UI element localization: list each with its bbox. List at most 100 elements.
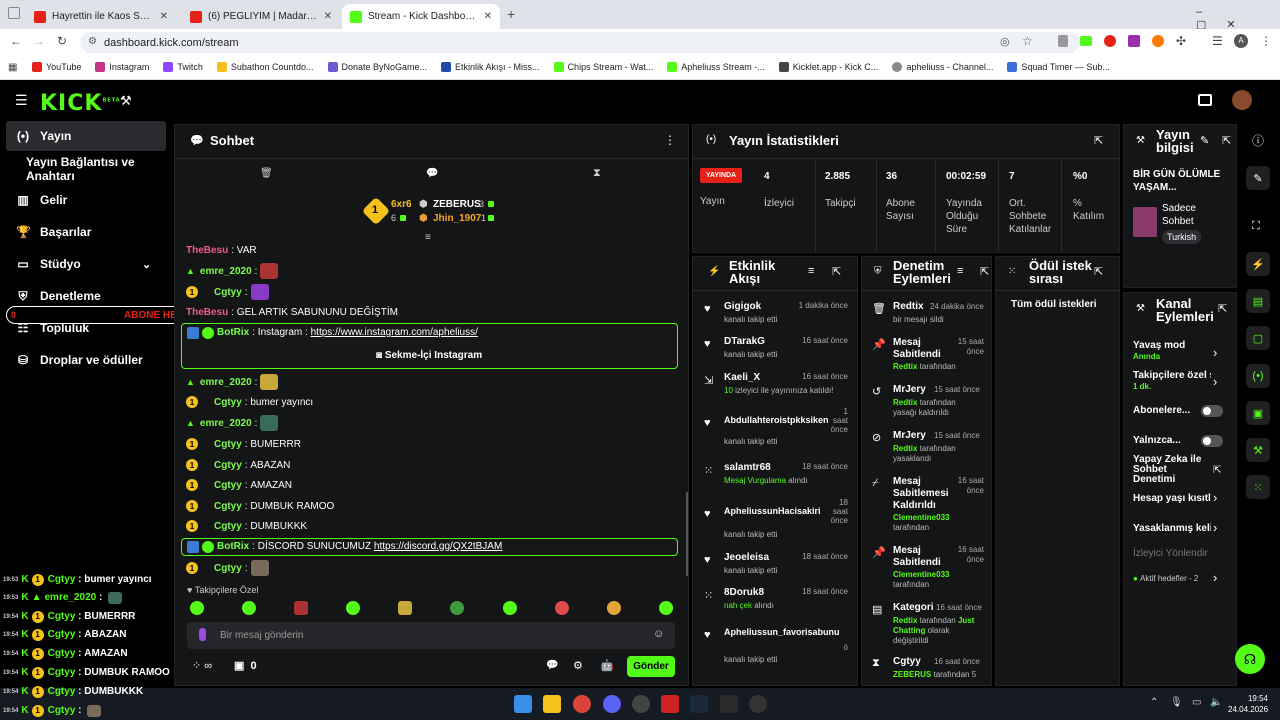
- instagram-button[interactable]: ◙ Sekme-İçi Instagram: [376, 350, 482, 361]
- info-icon[interactable]: ⓘ: [1252, 132, 1264, 149]
- extension-icon[interactable]: [1058, 35, 1068, 47]
- bookmark[interactable]: Kicklet.app - Kick C...: [778, 62, 878, 72]
- chat-settings-icon[interactable]: 💬: [426, 168, 438, 179]
- popout-icon[interactable]: ⇱: [1218, 302, 1227, 315]
- site-info-icon[interactable]: ⚙: [88, 36, 97, 47]
- category-name[interactable]: Sadece Sohbet: [1162, 202, 1212, 228]
- emote-button[interactable]: [398, 601, 412, 615]
- popout-icon[interactable]: ⇱: [1222, 134, 1231, 147]
- gift-display[interactable]: ▣ 0: [234, 659, 257, 672]
- chat-message[interactable]: 1 Cgtyy: bumer yayıncı: [186, 393, 313, 411]
- app-icon[interactable]: [661, 695, 679, 713]
- chat-button[interactable]: ▢: [1246, 326, 1270, 350]
- notes-button[interactable]: ▤: [1246, 289, 1270, 313]
- sidebar-item-stream-key[interactable]: Yayın Bağlantısı ve Anahtarı: [6, 154, 186, 184]
- mod-action-item[interactable]: ↺ MrJery 15 saat önce Redtix tarafından yas…: [868, 384, 986, 420]
- leaderboard-second-user[interactable]: ZEBERUS: [433, 199, 481, 210]
- activity-item[interactable]: ⁙ salamtr68 18 saat önce Mesaj Vurgulama al…: [700, 462, 850, 492]
- tray-chevron-icon[interactable]: ⌃: [1150, 697, 1158, 708]
- creator-icon[interactable]: [1198, 94, 1212, 106]
- sidebar-item-basarilar[interactable]: 🏆 Başarılar: [6, 217, 166, 247]
- points-display[interactable]: ⁘ ∞: [192, 659, 212, 672]
- sidebar-item-studyo[interactable]: ▭ Stüdyo ⌄: [6, 249, 166, 279]
- filter-icon[interactable]: ≡: [957, 265, 963, 277]
- window-controls[interactable]: –▢✕: [1196, 6, 1280, 31]
- emote-only-toggle[interactable]: [1201, 435, 1223, 447]
- emoji-icon[interactable]: ☺: [653, 628, 664, 640]
- popout-icon[interactable]: ⇱: [832, 265, 841, 278]
- mod-action-item[interactable]: 📌 Mesaj Sabitlendi 16 saat önce Clementine0…: [868, 545, 986, 589]
- emote-button[interactable]: [450, 601, 464, 615]
- chat-message[interactable]: 1 Cgtyy: DUMBUK RAMOO: [186, 497, 334, 515]
- bookmark[interactable]: Apheliuss Stream -...: [667, 62, 765, 72]
- bookmark[interactable]: Instagram: [95, 62, 149, 72]
- popout-icon[interactable]: ⇱: [1094, 265, 1103, 278]
- chevron-right-icon[interactable]: ›: [1213, 374, 1217, 389]
- microphone-icon[interactable]: [199, 628, 206, 641]
- chat-message[interactable]: 1 Cgtyy:: [186, 283, 269, 301]
- puzzle-icon[interactable]: ✣: [1176, 34, 1186, 48]
- chat-message[interactable]: 1 Cgtyy:: [186, 559, 269, 577]
- emote-button[interactable]: [503, 601, 517, 615]
- pencil-icon[interactable]: ✎: [1200, 134, 1209, 147]
- emote-button[interactable]: [659, 601, 673, 615]
- activity-item[interactable]: ⇲ Kaeli_X 16 saat önce 10 izleyici ile yayı…: [700, 372, 850, 402]
- chat-message[interactable]: 1 Cgtyy: AMAZAN: [186, 476, 292, 494]
- file-explorer-icon[interactable]: [543, 695, 561, 713]
- instagram-link[interactable]: https://www.instagram.com/apheliuss/: [311, 327, 478, 338]
- ai-moderation-setting[interactable]: Yapay Zeka ile Sohbet Denetimi: [1133, 455, 1203, 485]
- apps-icon[interactable]: ▦: [8, 62, 17, 73]
- live-button[interactable]: (•): [1246, 364, 1270, 388]
- bot-icon[interactable]: 🤖: [600, 659, 614, 672]
- extension-icon[interactable]: [1104, 35, 1116, 47]
- mod-action-item[interactable]: 🗑 Redtix 24 dakika önce bir mesajı sildi: [868, 301, 986, 329]
- reward-button[interactable]: ⁙: [1246, 475, 1270, 499]
- close-tab-icon[interactable]: ✕: [484, 11, 492, 22]
- user-avatar[interactable]: [1232, 90, 1252, 110]
- emote-button[interactable]: [190, 601, 204, 615]
- clock[interactable]: 19:54 24.04.2026: [1228, 693, 1268, 715]
- tools-icon[interactable]: ⚒: [120, 93, 132, 109]
- bookmark[interactable]: Donate ByNoGame...: [327, 62, 427, 72]
- bookmark[interactable]: Squad Timer — Sub...: [1007, 62, 1110, 72]
- microphone-icon[interactable]: 🎙: [1170, 697, 1183, 708]
- emote-button[interactable]: [294, 601, 308, 615]
- all-reward-requests[interactable]: Tüm ödül istekleri: [1011, 299, 1097, 310]
- gear-icon[interactable]: ⚙: [573, 659, 583, 672]
- bookmark[interactable]: Etkinlik Akışı - Miss...: [441, 62, 540, 72]
- url-field[interactable]: dashboard.kick.com/stream ⚙ ◎ ☆: [80, 32, 1080, 53]
- bookmark[interactable]: Chips Stream - Wat...: [553, 62, 653, 72]
- bookmark[interactable]: apheliuss - Channel...: [892, 62, 993, 72]
- close-tab-icon[interactable]: ✕: [324, 11, 332, 22]
- chat-message[interactable]: TheBesu: VAR: [186, 241, 257, 259]
- activity-item[interactable]: ♥ Abdullahteroistpkksiken 1 saat önce kanal…: [700, 407, 850, 446]
- extension-icon[interactable]: [1080, 36, 1092, 46]
- forward-icon[interactable]: →: [33, 34, 45, 48]
- bookmark[interactable]: Twitch: [163, 62, 203, 72]
- activity-item[interactable]: ♥ Apheliussun_favorisabunu ö kanalı takip e…: [700, 627, 850, 664]
- chat-message[interactable]: ▲ emre_2020:: [186, 262, 279, 280]
- emote-button[interactable]: [346, 601, 360, 615]
- chat-icon[interactable]: 💬: [546, 660, 558, 671]
- epic-games-icon[interactable]: [720, 695, 738, 713]
- extension-icon[interactable]: [1152, 35, 1164, 47]
- sidepanel-icon[interactable]: ☰: [1212, 34, 1223, 48]
- chat-message[interactable]: ▲ emre_2020:: [186, 373, 279, 391]
- send-button[interactable]: Gönder: [627, 656, 675, 677]
- volume-icon[interactable]: 🔈: [1210, 697, 1222, 708]
- lightning-button[interactable]: ⚡: [1246, 252, 1270, 276]
- bookmark[interactable]: Subathon Countdo...: [216, 62, 314, 72]
- obs-icon[interactable]: [632, 695, 650, 713]
- activity-item[interactable]: ♥ DTarakG 16 saat önce kanalı takip etti: [700, 336, 850, 366]
- hamburger-menu-icon[interactable]: ☰: [15, 92, 28, 109]
- popout-icon[interactable]: ⇱: [1094, 134, 1103, 147]
- chat-input[interactable]: Bir mesaj gönderin ☺: [187, 622, 675, 649]
- creator-button[interactable]: ▣: [1246, 401, 1270, 425]
- profile-avatar[interactable]: A: [1234, 34, 1248, 48]
- back-icon[interactable]: ←: [10, 34, 22, 48]
- activity-item[interactable]: ♥ ApheliussunHacisakiri 18 saat önce kanalı…: [700, 498, 850, 539]
- sidebar-item-yayin[interactable]: (•) Yayın: [6, 121, 166, 151]
- network-icon[interactable]: ▭: [1192, 697, 1201, 708]
- chevron-right-icon[interactable]: ›: [1213, 345, 1217, 360]
- menu-icon[interactable]: ⋮: [1260, 34, 1272, 48]
